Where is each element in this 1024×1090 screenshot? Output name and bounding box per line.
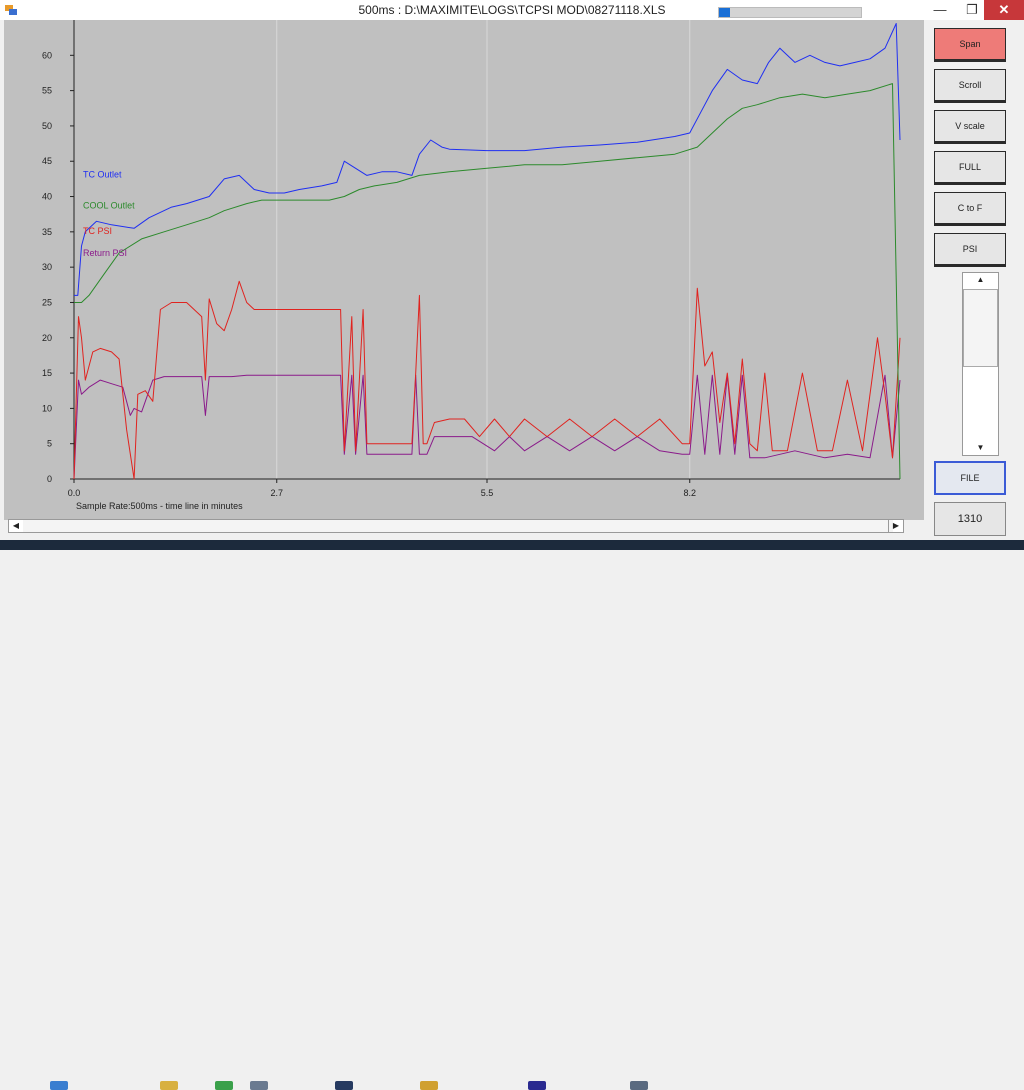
y-tick-label: 5	[47, 439, 52, 449]
legend-label: TC Outlet	[83, 169, 122, 179]
scroll-up-arrow-icon[interactable]: ▲	[963, 273, 998, 287]
taskbar	[0, 540, 1024, 1090]
y-tick-label: 45	[42, 156, 52, 166]
y-tick-label: 40	[42, 192, 52, 202]
span-button[interactable]: Span	[934, 28, 1006, 62]
x-tick-label: 2.7	[270, 488, 283, 498]
minimize-button[interactable]: —	[924, 0, 956, 20]
app-taskbar-icon[interactable]	[335, 1081, 353, 1090]
vertical-scroll-thumb[interactable]	[963, 289, 998, 367]
y-tick-label: 55	[42, 86, 52, 96]
app-taskbar-icon[interactable]	[420, 1081, 438, 1090]
y-tick-label: 10	[42, 403, 52, 413]
sample-count-button[interactable]: 1310	[934, 502, 1006, 536]
title-bar: 500ms : D:\MAXIMITE\LOGS\TCPSI MOD\08271…	[0, 0, 1024, 20]
app-taskbar-icon[interactable]	[250, 1081, 268, 1090]
app-taskbar-icon[interactable]	[630, 1081, 648, 1090]
horizontal-scrollbar[interactable]: ◀ ▶	[8, 519, 904, 533]
c-to-f-button[interactable]: C to F	[934, 192, 1006, 226]
close-button[interactable]: ✕	[984, 0, 1024, 20]
legend-label: COOL Outlet	[83, 201, 135, 211]
folder-taskbar-icon[interactable]	[160, 1081, 178, 1090]
legend-label: TC PSI	[83, 226, 112, 236]
x-tick-label: 5.5	[481, 488, 494, 498]
y-tick-label: 0	[47, 474, 52, 484]
vertical-scrollbar[interactable]: ▲ ▼	[962, 272, 999, 456]
scroll-left-arrow-icon[interactable]: ◀	[9, 520, 23, 532]
file-progress-bar	[718, 7, 862, 18]
y-tick-label: 20	[42, 333, 52, 343]
app-taskbar-icon[interactable]	[528, 1081, 546, 1090]
full-button[interactable]: FULL	[934, 151, 1006, 185]
chart-area: 0 5 10 15 20 25 30 35 40 45 50 55 60 0.0 2.7 5.5 8.2 TC O…	[4, 20, 924, 520]
browser-taskbar-icon[interactable]	[50, 1081, 68, 1090]
v-scale-button[interactable]: V scale	[934, 110, 1006, 144]
y-tick-label: 35	[42, 227, 52, 237]
window-title: 500ms : D:\MAXIMITE\LOGS\TCPSI MOD\08271…	[358, 3, 666, 17]
scroll-button[interactable]: Scroll	[934, 69, 1006, 103]
y-tick-label: 60	[42, 50, 52, 60]
x-tick-label: 0.0	[68, 488, 81, 498]
file-button[interactable]: FILE	[934, 461, 1006, 495]
progress-fill	[719, 8, 731, 17]
psi-button[interactable]: PSI	[934, 233, 1006, 267]
x-axis-caption: Sample Rate:500ms - time line in minutes	[76, 501, 243, 511]
y-tick-label: 15	[42, 368, 52, 378]
line-chart: 0 5 10 15 20 25 30 35 40 45 50 55 60 0.0 2.7 5.5 8.2 TC O…	[42, 20, 901, 511]
x-tick-label: 8.2	[683, 488, 696, 498]
scroll-right-arrow-icon[interactable]: ▶	[888, 520, 903, 532]
legend-label: Return PSI	[83, 248, 127, 258]
y-tick-label: 50	[42, 121, 52, 131]
horizontal-scroll-thumb[interactable]	[23, 520, 893, 532]
app-taskbar-icon[interactable]	[215, 1081, 233, 1090]
y-tick-label: 30	[42, 262, 52, 272]
scroll-down-arrow-icon[interactable]: ▼	[963, 441, 998, 455]
y-tick-label: 25	[42, 297, 52, 307]
